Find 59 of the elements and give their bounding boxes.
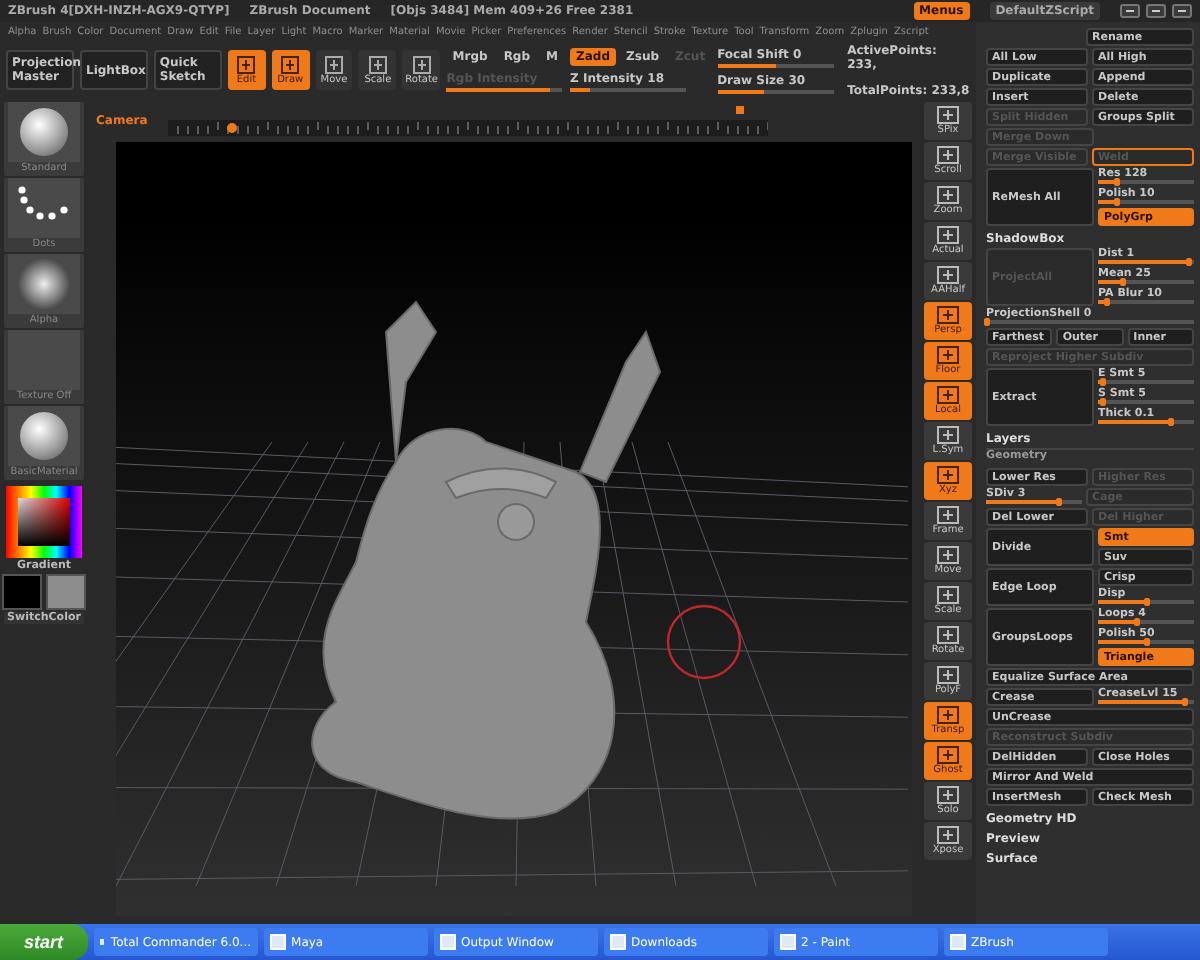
window-icon (609, 934, 626, 950)
viewport-canvas[interactable] (116, 142, 912, 916)
window-icon (439, 934, 456, 950)
crosshair-icon (367, 55, 388, 73)
crosshair-icon (934, 826, 962, 844)
crosshair-icon (934, 226, 962, 244)
crosshair-icon (934, 746, 962, 764)
crosshair-icon (934, 106, 962, 124)
start-button[interactable]: start (0, 924, 88, 960)
crosshair-icon (934, 666, 962, 684)
crosshair-icon (934, 706, 962, 724)
thumbnail-drawing (8, 406, 80, 466)
slider-thumb[interactable] (1186, 258, 1193, 266)
slider-thumb[interactable] (1119, 278, 1125, 286)
slider-thumb[interactable] (1099, 398, 1106, 406)
slider-thumb[interactable] (983, 318, 989, 326)
slider-thumb[interactable] (1181, 698, 1188, 706)
main-color-swatch[interactable] (2, 574, 42, 610)
crosshair-icon (934, 546, 962, 564)
crosshair-icon (934, 386, 962, 404)
slider-thumb[interactable] (1099, 378, 1106, 386)
crosshair-icon (934, 506, 962, 524)
slider-thumb[interactable] (1055, 498, 1061, 506)
secondary-color-swatch[interactable] (46, 574, 86, 610)
slider-thumb[interactable] (1143, 638, 1149, 646)
window-icon (949, 934, 966, 950)
window-control-icon[interactable] (1146, 4, 1166, 18)
thumbnail-drawing (8, 102, 80, 162)
crosshair-icon (934, 426, 962, 444)
crosshair-icon (236, 55, 257, 73)
crosshair-icon (280, 55, 301, 73)
slider-thumb[interactable] (1133, 618, 1140, 626)
crosshair-icon (934, 586, 962, 604)
crosshair-icon (934, 346, 962, 364)
window-control-icon[interactable] (1172, 4, 1192, 18)
crosshair-icon (934, 266, 962, 284)
slider-thumb[interactable] (1104, 298, 1111, 306)
timeline-ruler[interactable] (167, 102, 768, 138)
slider-thumb[interactable] (1143, 598, 1149, 606)
window-icon (99, 934, 105, 950)
slider-thumb[interactable] (1114, 178, 1121, 186)
crosshair-icon (934, 146, 962, 164)
thumbnail-drawing (8, 254, 80, 314)
crosshair-icon (934, 306, 962, 324)
crosshair-icon (934, 186, 962, 204)
color-picker[interactable] (6, 486, 82, 558)
brush-cursor-icon (666, 604, 742, 680)
thumbnail-drawing (8, 330, 80, 390)
crosshair-icon (411, 55, 432, 73)
window-icon (269, 934, 286, 950)
thumbnail-drawing (8, 178, 80, 238)
crosshair-icon (934, 626, 962, 644)
slider-thumb[interactable] (1114, 198, 1121, 206)
crosshair-icon (934, 786, 962, 804)
window-icon (779, 934, 796, 950)
slider-thumb[interactable] (1167, 418, 1173, 426)
crosshair-icon (934, 466, 962, 484)
window-control-icon[interactable] (1120, 4, 1140, 18)
crosshair-icon (324, 55, 345, 73)
